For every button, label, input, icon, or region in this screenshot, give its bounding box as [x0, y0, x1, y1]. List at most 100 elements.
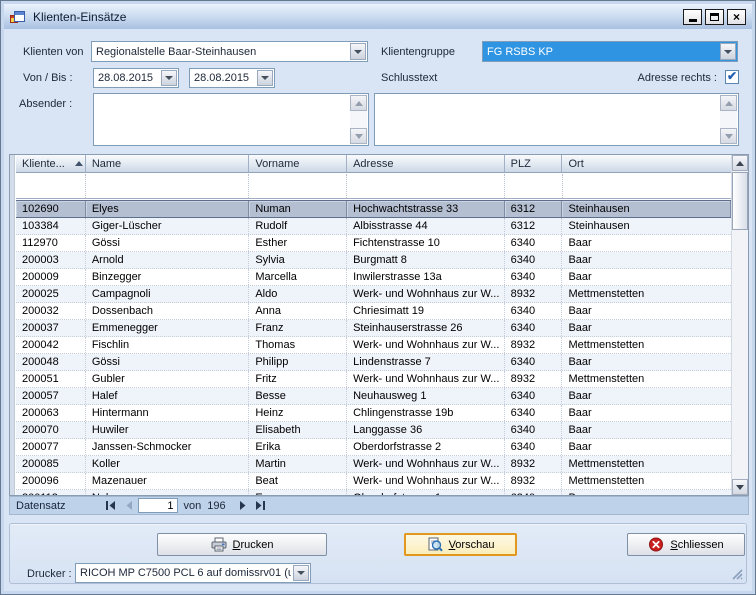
drucker-value: RICOH MP C7500 PCL 6 auf domissrv01 (um	[80, 564, 291, 582]
klienten-von-dropdown-button[interactable]	[350, 43, 366, 60]
minimize-button[interactable]	[683, 9, 702, 25]
adresse-rechts-label: Adresse rechts :	[638, 72, 717, 84]
table-cell: 6340	[505, 422, 563, 438]
vorschau-button[interactable]: Vorschau	[404, 533, 517, 556]
table-row[interactable]: 200057HalefBesseNeuhausweg 16340Baar	[16, 388, 731, 405]
chevron-down-icon	[261, 76, 269, 80]
table-row[interactable]: 112970GössiEstherFichtenstrasse 106340Ba…	[16, 235, 731, 252]
klientengruppe-combobox[interactable]: FG RSBS KP	[482, 41, 738, 62]
table-row[interactable]: 200003ArnoldSylviaBurgmatt 86340Baar	[16, 252, 731, 269]
absender-scrollbar[interactable]	[350, 95, 367, 144]
table-cell: Marcella	[249, 269, 347, 285]
drucker-combobox[interactable]: RICOH MP C7500 PCL 6 auf domissrv01 (um	[75, 563, 311, 583]
table-cell: Campagnoli	[86, 286, 250, 302]
maximize-button[interactable]	[705, 9, 724, 25]
bis-datepicker[interactable]: 28.08.2015	[189, 68, 275, 88]
filter-cell-3[interactable]	[347, 174, 505, 198]
table-cell: 200037	[16, 320, 86, 336]
von-datepicker[interactable]: 28.08.2015	[93, 68, 179, 88]
filter-cell-5[interactable]	[563, 174, 732, 198]
scroll-down-icon[interactable]	[350, 128, 367, 144]
table-cell: 200112	[16, 490, 86, 495]
scroll-up-icon[interactable]	[720, 95, 737, 111]
table-row[interactable]: 200077Janssen-SchmockerErikaOberdorfstra…	[16, 439, 731, 456]
table-cell: 6340	[505, 405, 563, 421]
table-cell: 200025	[16, 286, 86, 302]
drucken-button[interactable]: Drucken	[157, 533, 327, 556]
schlusstext-scrollbar[interactable]	[720, 95, 737, 144]
table-cell: 112970	[16, 235, 86, 251]
column-header-2[interactable]: Vorname	[249, 155, 347, 172]
table-row[interactable]: 200112NuberEugenOberdorfstrasse 16340Baa…	[16, 490, 731, 495]
table-cell: Gössi	[86, 354, 250, 370]
scroll-down-icon[interactable]	[720, 128, 737, 144]
bis-date-dropdown-button[interactable]	[257, 70, 273, 86]
column-header-5[interactable]: Ort	[562, 155, 731, 172]
table-cell: 6312	[505, 201, 563, 217]
table-cell: Steinhausen	[562, 218, 731, 234]
schlusstext-textarea[interactable]	[374, 93, 739, 146]
table-row[interactable]: 200025CampagnoliAldoWerk- und Wohnhaus z…	[16, 286, 731, 303]
filter-cell-2[interactable]	[249, 174, 347, 198]
scroll-down-icon[interactable]	[732, 479, 748, 495]
column-header-3[interactable]: Adresse	[347, 155, 505, 172]
scroll-up-icon[interactable]	[350, 95, 367, 111]
table-cell: 103384	[16, 218, 86, 234]
adresse-rechts-checkbox[interactable]: ✔	[725, 70, 739, 84]
table-cell: Baar	[562, 303, 731, 319]
table-row[interactable]: 200096MazenauerBeatWerk- und Wohnhaus zu…	[16, 473, 731, 490]
nav-prev-icon	[125, 501, 133, 510]
record-number-input[interactable]	[138, 498, 178, 513]
klienten-von-label: Klienten von	[23, 46, 84, 58]
filter-cell-4[interactable]	[505, 174, 563, 198]
table-cell: Inwilerstrasse 13a	[347, 269, 505, 285]
table-row[interactable]: 200037EmmeneggerFranzSteinhauserstrasse …	[16, 320, 731, 337]
nav-last-button[interactable]	[252, 498, 270, 513]
table-cell: 6312	[505, 218, 563, 234]
table-row[interactable]: 200085KollerMartinWerk- und Wohnhaus zur…	[16, 456, 731, 473]
table-row[interactable]: 200063HintermannHeinzChlingenstrasse 19b…	[16, 405, 731, 422]
resize-grip-icon[interactable]	[730, 567, 743, 580]
table-row[interactable]: 200032DossenbachAnnaChriesimatt 196340Ba…	[16, 303, 731, 320]
titlebar[interactable]: Klienten-Einsätze ×	[4, 4, 752, 29]
column-header-4[interactable]: PLZ	[505, 155, 563, 172]
klienten-von-combobox[interactable]: Regionalstelle Baar-Steinhausen	[91, 41, 368, 62]
nav-next-button[interactable]	[234, 498, 252, 513]
table-row[interactable]: 102690ElyesNumanHochwachtstrasse 336312S…	[16, 200, 731, 218]
filter-cell-1[interactable]	[86, 174, 250, 198]
nav-first-button[interactable]	[102, 498, 120, 513]
table-cell: Heinz	[249, 405, 347, 421]
filter-cell-0[interactable]	[16, 174, 86, 198]
table-cell: 200057	[16, 388, 86, 404]
scroll-up-icon[interactable]	[732, 155, 748, 171]
chevron-down-icon	[297, 571, 305, 575]
table-cell: Werk- und Wohnhaus zur W...	[347, 286, 505, 302]
schliessen-button[interactable]: Schliessen	[627, 533, 745, 556]
column-header-1[interactable]: Name	[86, 155, 250, 172]
nav-prev-button[interactable]	[120, 498, 138, 513]
chevron-down-icon	[724, 50, 732, 54]
absender-textarea[interactable]	[93, 93, 369, 146]
grid-vertical-scrollbar[interactable]	[731, 155, 748, 495]
von-date-dropdown-button[interactable]	[161, 70, 177, 86]
table-row[interactable]: 200048GössiPhilippLindenstrasse 76340Baa…	[16, 354, 731, 371]
table-cell: Janssen-Schmocker	[86, 439, 250, 455]
table-row[interactable]: 200042FischlinThomasWerk- und Wohnhaus z…	[16, 337, 731, 354]
drucker-dropdown-button[interactable]	[293, 565, 309, 581]
table-cell: Langgasse 36	[347, 422, 505, 438]
table-cell: Koller	[86, 456, 250, 472]
grid-filter-row[interactable]	[16, 174, 731, 199]
table-cell: 8932	[505, 286, 563, 302]
table-row[interactable]: 200009BinzeggerMarcellaInwilerstrasse 13…	[16, 269, 731, 286]
scrollbar-thumb[interactable]	[732, 172, 748, 230]
column-header-label: PLZ	[511, 158, 531, 170]
table-cell: Baar	[562, 388, 731, 404]
table-cell: 8932	[505, 456, 563, 472]
table-cell: Baar	[562, 405, 731, 421]
table-row[interactable]: 200051GublerFritzWerk- und Wohnhaus zur …	[16, 371, 731, 388]
column-header-0[interactable]: Kliente...	[16, 155, 86, 172]
table-row[interactable]: 103384Giger-LüscherRudolfAlbisstrasse 44…	[16, 218, 731, 235]
table-row[interactable]: 200070HuwilerElisabethLanggasse 366340Ba…	[16, 422, 731, 439]
klientengruppe-dropdown-button[interactable]	[720, 43, 736, 60]
close-button[interactable]: ×	[727, 9, 746, 25]
